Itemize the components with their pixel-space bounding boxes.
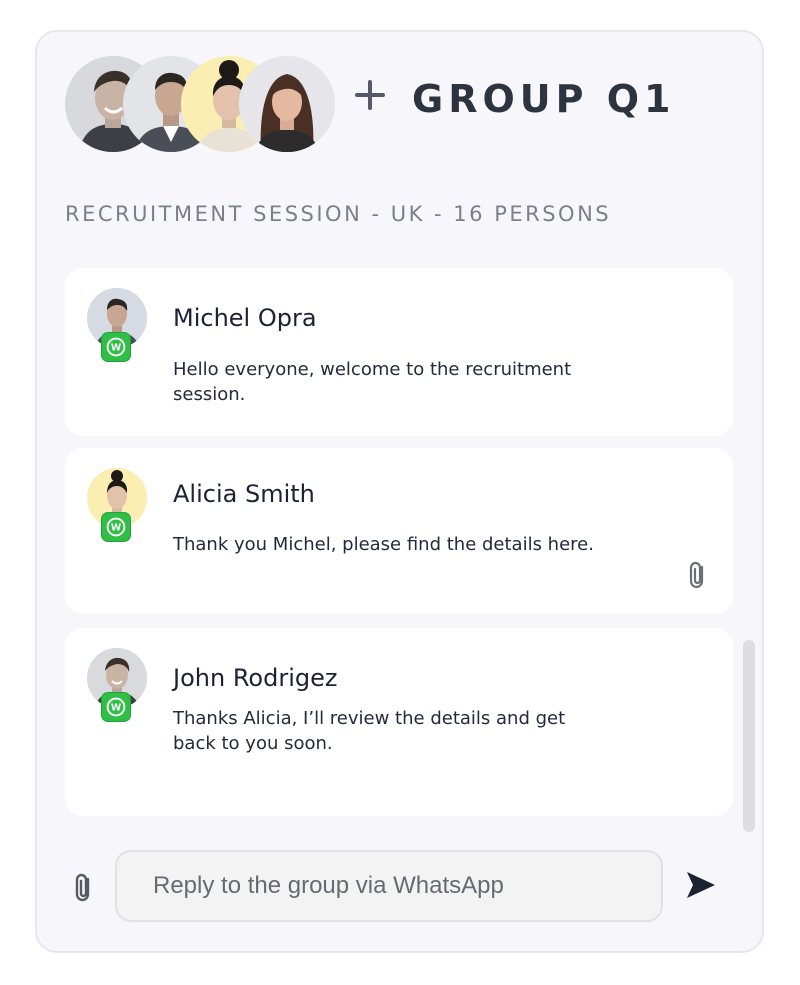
person-avatar-icon bbox=[239, 56, 335, 152]
reply-input[interactable] bbox=[115, 850, 663, 922]
message-text: Thank you Michel, please find the detail… bbox=[173, 534, 594, 555]
participant-avatars bbox=[65, 56, 345, 156]
message-list-scrollbar[interactable] bbox=[743, 640, 755, 832]
message-card: W Michel Opra Hello everyone, welcome to… bbox=[65, 268, 733, 436]
whatsapp-icon: W bbox=[101, 692, 131, 722]
group-title: GROUP Q1 bbox=[412, 77, 676, 121]
paperclip-icon[interactable] bbox=[71, 872, 97, 904]
svg-text:W: W bbox=[111, 703, 121, 714]
participant-avatar-4[interactable] bbox=[239, 56, 335, 152]
message-card: W John Rodrigez Thanks Alicia, I’ll revi… bbox=[65, 628, 733, 816]
send-icon[interactable] bbox=[684, 868, 718, 902]
attachment-icon[interactable] bbox=[685, 560, 711, 590]
svg-text:W: W bbox=[111, 523, 121, 534]
whatsapp-icon: W bbox=[101, 332, 131, 362]
group-subtitle: RECRUITMENT SESSION - UK - 16 PERSONS bbox=[65, 202, 612, 226]
message-author: John Rodrigez bbox=[173, 664, 338, 692]
group-chat-panel: GROUP Q1 RECRUITMENT SESSION - UK - 16 P… bbox=[35, 30, 764, 953]
add-participant-icon[interactable] bbox=[355, 80, 385, 110]
message-text: Thanks Alicia, I’ll review the details a… bbox=[173, 708, 566, 754]
message-text: Hello everyone, welcome to the recruitme… bbox=[173, 359, 572, 405]
svg-text:W: W bbox=[111, 343, 121, 354]
message-card: W Alicia Smith Thank you Michel, please … bbox=[65, 448, 733, 614]
whatsapp-icon: W bbox=[101, 512, 131, 542]
message-author: Alicia Smith bbox=[173, 480, 315, 508]
message-author: Michel Opra bbox=[173, 304, 317, 332]
